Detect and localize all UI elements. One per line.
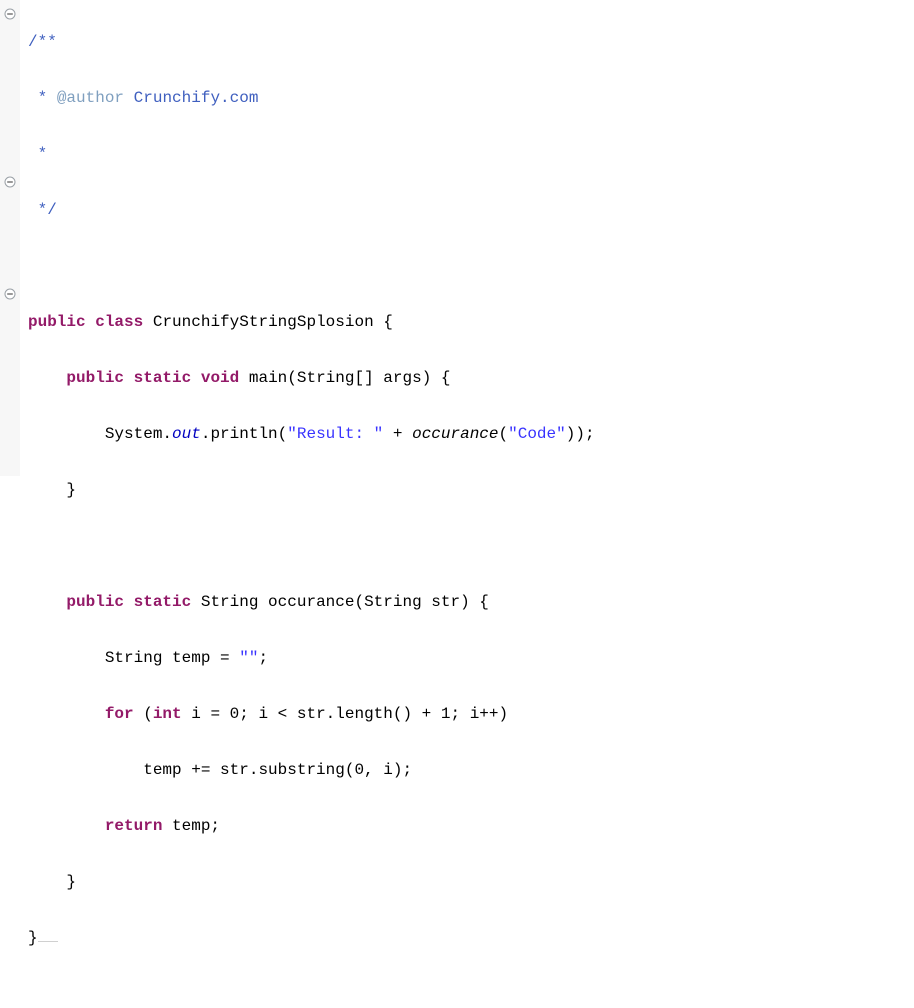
code-line: } <box>28 476 595 504</box>
code-line: * <box>28 140 595 168</box>
fold-minus-icon <box>4 288 16 300</box>
code-line: /** <box>28 28 595 56</box>
fold-marker[interactable] <box>0 168 20 196</box>
code-line: for (int i = 0; i < str.length() + 1; i+… <box>28 700 595 728</box>
code-editor: /** * @author Crunchify.com * */ public … <box>0 0 914 1008</box>
code-line: public static void main(String[] args) { <box>28 364 595 392</box>
code-line <box>28 252 595 280</box>
fold-minus-icon <box>4 176 16 188</box>
code-line: public class CrunchifyStringSplosion { <box>28 308 595 336</box>
fold-minus-icon <box>4 8 16 20</box>
code-line: } <box>28 924 595 952</box>
code-line: temp += str.substring(0, i); <box>28 756 595 784</box>
code-line: * @author Crunchify.com <box>28 84 595 112</box>
gutter <box>0 0 20 476</box>
code-line: */ <box>28 196 595 224</box>
code-line: System.out.println("Result: " + occuranc… <box>28 420 595 448</box>
cursor-line <box>38 941 58 942</box>
code-area[interactable]: /** * @author Crunchify.com * */ public … <box>20 0 595 1008</box>
code-line: } <box>28 868 595 896</box>
fold-marker[interactable] <box>0 280 20 308</box>
code-line: String temp = ""; <box>28 644 595 672</box>
fold-marker[interactable] <box>0 0 20 28</box>
code-line <box>28 532 595 560</box>
code-line: public static String occurance(String st… <box>28 588 595 616</box>
code-line: return temp; <box>28 812 595 840</box>
